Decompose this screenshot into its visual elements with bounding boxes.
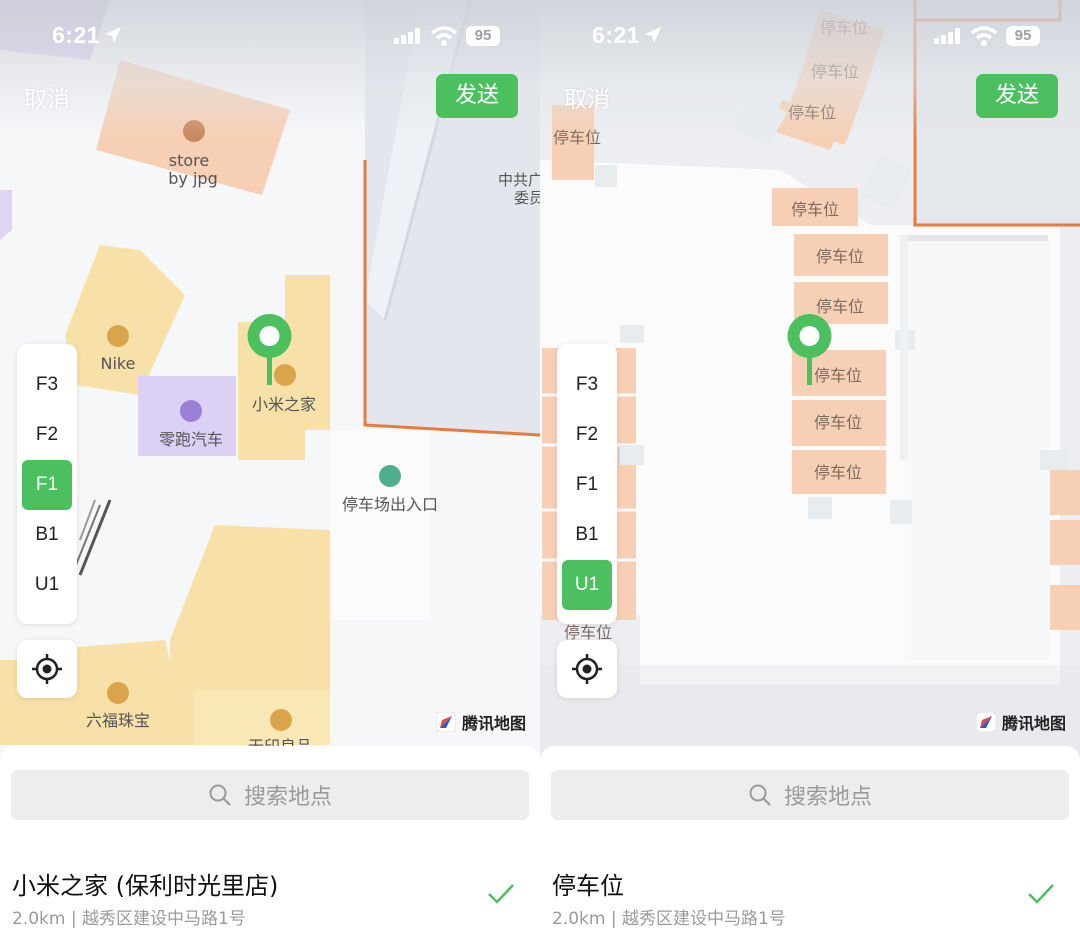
cancel-button[interactable]: 取消	[24, 80, 70, 114]
map-label-store-sub: by jpg	[168, 169, 217, 188]
floor-u1[interactable]: U1	[22, 560, 72, 610]
map-label-xiaomi: 小米之家	[252, 395, 316, 414]
send-button[interactable]: 发送	[976, 74, 1058, 118]
map-label-ev: 零跑汽车	[159, 430, 223, 449]
map-label-parking: 停车位	[553, 128, 601, 147]
crosshair-icon	[572, 654, 602, 684]
map-label-parking: 停车位	[811, 62, 859, 81]
map-label-parking-exit: 停车场出入口	[342, 495, 438, 514]
map-label-nike: Nike	[101, 354, 136, 373]
battery-indicator: 95	[1006, 26, 1040, 46]
screens: store by jpg Nike 零跑汽车 小米之家 停车场出入口 中共广 委…	[0, 0, 1080, 945]
floor-f3[interactable]: F3	[562, 360, 612, 410]
search-input[interactable]: 搜索地点	[551, 770, 1069, 820]
status-bar: 6:21 95	[540, 20, 1080, 54]
floor-u1[interactable]: U1	[562, 560, 612, 610]
map-label-parking: 停车位	[791, 200, 839, 219]
wifi-icon	[970, 26, 998, 46]
status-time: 6:21	[592, 22, 641, 48]
crosshair-icon	[32, 654, 62, 684]
cancel-button[interactable]: 取消	[564, 80, 610, 114]
search-icon	[209, 784, 231, 806]
map-label-zhonggong: 中共广	[498, 171, 540, 189]
result-item[interactable]: 停车位 2.0km | 越秀区建设中马路1号	[540, 856, 1080, 936]
bottom-sheet: 搜索地点 停车位 2.0km | 越秀区建设中马路1号	[540, 746, 1080, 945]
floor-f1[interactable]: F1	[22, 460, 72, 510]
map-label-store: store	[169, 151, 209, 170]
tencent-map-icon	[975, 712, 996, 732]
floor-selector: F3 F2 F1 B1 U1	[557, 344, 617, 624]
map-label-parking: 停车位	[816, 297, 864, 316]
map-label-weiyuan: 委员	[514, 189, 540, 207]
map-label-parking: 停车位	[814, 463, 862, 482]
location-arrow-icon	[105, 27, 121, 43]
locate-button[interactable]	[17, 640, 77, 698]
floor-f2[interactable]: F2	[22, 410, 72, 460]
floor-b1[interactable]: B1	[22, 510, 72, 560]
screen-f1: store by jpg Nike 零跑汽车 小米之家 停车场出入口 中共广 委…	[0, 0, 540, 945]
result-item[interactable]: 小米之家 (保利时光里店) 2.0km | 越秀区建设中马路1号	[0, 856, 540, 936]
map-label-parking: 停车位	[814, 413, 862, 432]
floor-f2[interactable]: F2	[562, 410, 612, 460]
floor-f3[interactable]: F3	[22, 360, 72, 410]
floor-b1[interactable]: B1	[562, 510, 612, 560]
result-title: 停车位	[552, 872, 624, 900]
brand-label: 腾讯地图	[1001, 714, 1066, 733]
status-time: 6:21	[52, 22, 101, 48]
tencent-map-logo: 腾讯地图	[435, 710, 526, 734]
bottom-sheet: 搜索地点 小米之家 (保利时光里店) 2.0km | 越秀区建设中马路1号	[0, 746, 540, 945]
location-arrow-icon	[645, 27, 661, 43]
send-button[interactable]: 发送	[436, 74, 518, 118]
result-title: 小米之家 (保利时光里店)	[12, 872, 279, 900]
checkmark-icon	[488, 884, 514, 904]
checkmark-icon	[1028, 884, 1054, 904]
brand-label: 腾讯地图	[461, 714, 526, 733]
locate-button[interactable]	[557, 640, 617, 698]
cellular-signal-icon	[394, 28, 420, 44]
search-placeholder: 搜索地点	[243, 785, 332, 810]
tencent-map-logo: 腾讯地图	[975, 710, 1066, 734]
search-placeholder: 搜索地点	[783, 785, 872, 810]
search-icon	[749, 784, 771, 806]
battery-indicator: 95	[466, 26, 500, 46]
map-label-parking: 停车位	[816, 247, 864, 266]
search-input[interactable]: 搜索地点	[11, 770, 529, 820]
status-bar: 6:21 95	[0, 20, 540, 54]
result-subtitle: 2.0km | 越秀区建设中马路1号	[12, 909, 246, 929]
map-label-parking: 停车位	[788, 103, 836, 122]
map-label-jewelry: 六福珠宝	[86, 711, 150, 730]
floor-f1[interactable]: F1	[562, 460, 612, 510]
tencent-map-icon	[435, 712, 456, 732]
result-subtitle: 2.0km | 越秀区建设中马路1号	[552, 909, 786, 929]
wifi-icon	[430, 26, 458, 46]
floor-selector: F3 F2 F1 B1 U1	[17, 344, 77, 624]
screen-u1: 停车位 停车位 停车位 停车位 停车位 停车位 停车位 停车位 停车位 停车位 …	[540, 0, 1080, 945]
cellular-signal-icon	[934, 28, 960, 44]
map-label-parking: 停车位	[814, 366, 862, 385]
